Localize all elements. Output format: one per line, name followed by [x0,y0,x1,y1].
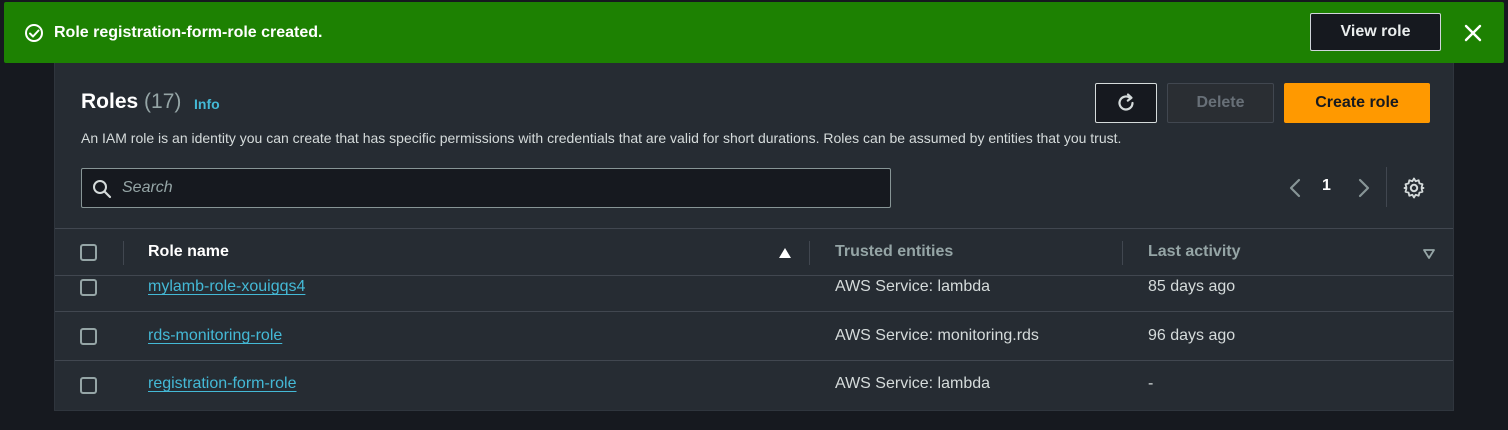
search-input[interactable] [122,169,882,207]
delete-button[interactable]: Delete [1167,83,1274,123]
roles-count: (17) [144,90,182,113]
table-row[interactable]: rds-monitoring-role AWS Service: monitor… [55,312,1453,361]
role-name-link[interactable]: mylamb-role-xouigqs4 [148,278,305,296]
search-box [81,168,891,208]
info-link[interactable]: Info [194,96,220,112]
select-all-checkbox[interactable] [80,244,97,261]
roles-title: Roles [81,90,139,113]
refresh-button[interactable] [1095,83,1157,123]
sort-unsorted-icon[interactable] [1422,248,1436,260]
column-header-trusted-entities[interactable]: Trusted entities [835,243,953,261]
last-activity-cell: - [1148,375,1154,392]
row-checkbox[interactable] [80,279,97,296]
search-icon [93,180,112,199]
chevron-left-icon[interactable] [1284,176,1306,200]
last-activity-cell: 85 days ago [1148,278,1236,295]
success-flashbar: Role registration-form-role created. Vie… [4,2,1504,63]
check-circle-icon [25,24,43,42]
column-divider [123,241,124,265]
table-header: Role name Trusted entities Last activity [55,228,1453,276]
create-role-button[interactable]: Create role [1284,83,1430,123]
role-name-link[interactable]: rds-monitoring-role [148,327,282,345]
refresh-icon [1118,93,1134,111]
column-divider [1122,241,1123,265]
row-checkbox[interactable] [80,328,97,345]
trusted-entities-cell: AWS Service: lambda [835,375,991,392]
gear-icon[interactable] [1402,176,1426,200]
row-checkbox[interactable] [80,377,97,394]
chevron-right-icon[interactable] [1353,176,1375,200]
page-number[interactable]: 1 [1322,177,1331,195]
role-name-link[interactable]: registration-form-role [148,375,296,393]
close-icon[interactable] [1462,22,1484,44]
last-activity-cell: 96 days ago [1148,327,1236,344]
roles-panel: Roles (17) Info An IAM role is an identi… [54,63,1454,411]
pager-divider [1386,167,1387,207]
trusted-entities-cell: AWS Service: monitoring.rds [835,327,1039,344]
page-title: Roles (17) [81,90,181,114]
view-role-button[interactable]: View role [1310,13,1441,51]
sort-ascending-icon[interactable] [778,247,792,259]
column-divider [809,241,810,265]
table-row[interactable]: registration-form-role AWS Service: lamb… [55,361,1453,410]
column-header-role-name[interactable]: Role name [148,243,229,261]
table-row[interactable]: mylamb-role-xouigqs4 AWS Service: lambda… [55,276,1453,312]
flash-message: Role registration-form-role created. [54,24,323,41]
roles-description: An IAM role is an identity you can creat… [81,130,1122,146]
trusted-entities-cell: AWS Service: lambda [835,278,991,295]
column-header-last-activity[interactable]: Last activity [1148,243,1240,261]
